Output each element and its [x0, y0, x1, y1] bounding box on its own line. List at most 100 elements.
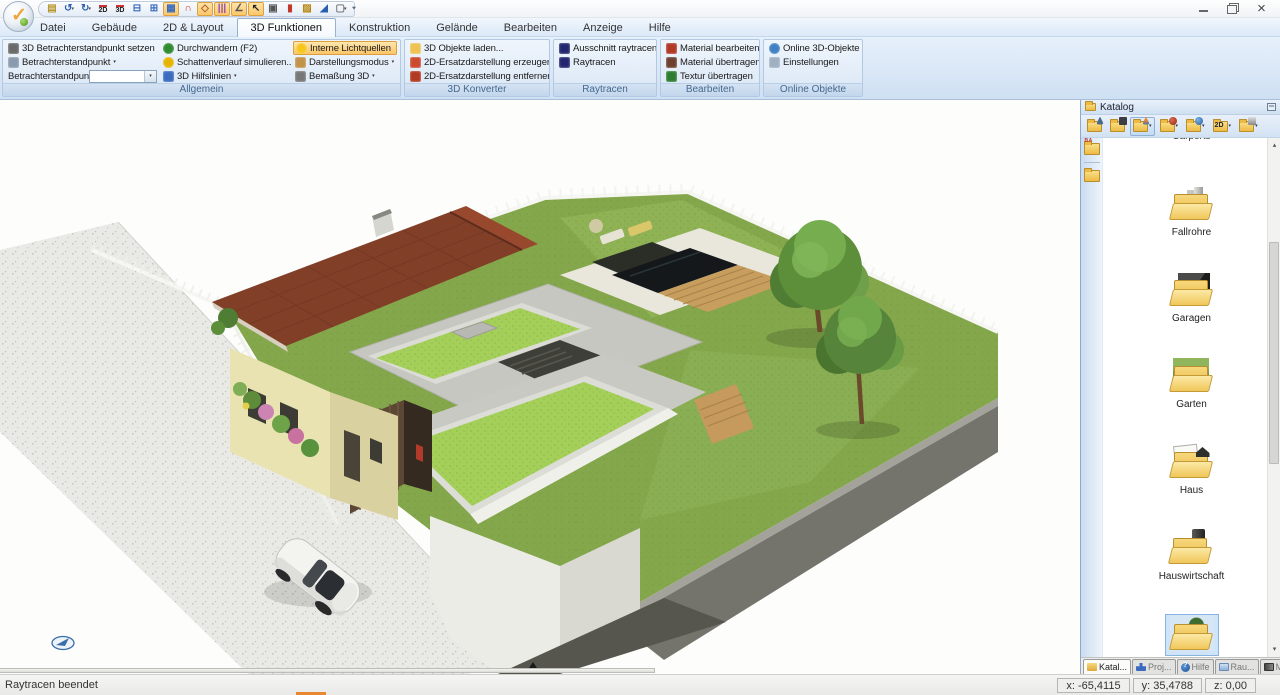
catalog-scrollbar[interactable]	[1267, 138, 1280, 657]
tab-geb-ude[interactable]: Gebäude	[79, 19, 150, 37]
quick-access-toolbar: ▤↺▾↻▾2D3D⊟⊞▦∩◇|||∠↖▣▮▨◢▢▾	[38, 1, 355, 17]
hatch-area-icon[interactable]: ▨	[299, 2, 315, 16]
catalog-item-garten[interactable]: Garten	[1166, 357, 1218, 410]
ribbon-item-betrachterstandpunkt[interactable]: Betrachterstandpunkt▾	[6, 55, 159, 69]
viewport-3d[interactable]	[0, 100, 1080, 674]
catalog-header: Katalog	[1081, 100, 1280, 115]
restore-button[interactable]	[1218, 0, 1247, 16]
mobile-objects-icon[interactable]	[1107, 117, 1128, 136]
catalog-item-pflanzen[interactable]: Pflanzen	[1166, 615, 1218, 657]
catalog-item-label: Hauswirtschaft	[1159, 571, 1225, 582]
tab-konstruktion[interactable]: Konstruktion	[336, 19, 423, 37]
toolbar-options-icon[interactable]	[352, 4, 364, 14]
ribbon-item-material-bertragen[interactable]: Material übertragen	[664, 55, 760, 69]
chevron-down-icon: ▾	[392, 59, 395, 65]
viewport-slider[interactable]	[0, 668, 655, 673]
titlebar: ▤↺▾↻▾2D3D⊟⊞▦∩◇|||∠↖▣▮▨◢▢▾	[0, 0, 1280, 18]
help-tab-icon	[1181, 663, 1190, 672]
texture-transfer-icon	[666, 71, 677, 82]
ribbon-item-label: Durchwandern (F2)	[177, 43, 257, 54]
catalog-tab-proj[interactable]: Proj...	[1132, 659, 1176, 674]
open-catalog-icon[interactable]	[1084, 117, 1105, 136]
dropdown-arrow-icon: ▾	[88, 6, 91, 12]
textures-icon[interactable]: ▾	[1236, 117, 1261, 136]
ribbon-item-darstellungsmodus[interactable]: Darstellungsmodus▾	[293, 55, 397, 69]
objects-2d-icon[interactable]: 2D▾	[1210, 117, 1235, 136]
tab-bearbeiten[interactable]: Bearbeiten	[491, 19, 570, 37]
minimize-button[interactable]	[1189, 0, 1218, 16]
ribbon-item-2d-ersatzdarstellung-erzeugen[interactable]: 2D-Ersatzdarstellung erzeugen...	[408, 55, 550, 69]
ribbon-item-bema-ung-3d[interactable]: Bemaßung 3D▾	[293, 69, 397, 83]
view-2d-icon[interactable]: 2D	[95, 2, 111, 16]
ribbon-item-3d-hilfslinien[interactable]: 3D Hilfslinien▾	[161, 69, 291, 83]
grid-icon[interactable]: ▦	[163, 2, 179, 16]
tab-anzeige[interactable]: Anzeige	[570, 19, 636, 37]
catalog-item-garagen[interactable]: Garagen	[1166, 271, 1218, 324]
objects-3d-icon[interactable]: ▾	[1130, 117, 1155, 136]
catalog-root-icon[interactable]	[1084, 170, 1100, 182]
magnet-icon[interactable]: ∩	[180, 2, 196, 16]
split-horizontal-icon[interactable]: ⊟	[129, 2, 145, 16]
tab-gel-nde[interactable]: Gelände	[423, 19, 491, 37]
color-bars-icon[interactable]: |||	[214, 2, 230, 16]
snap-icon[interactable]: ◇	[197, 2, 213, 16]
tab-3d-funktionen[interactable]: 3D Funktionen	[237, 18, 337, 37]
slider-marker-icon[interactable]	[529, 662, 537, 668]
close-button[interactable]	[1247, 0, 1276, 16]
catalog-tab-katal[interactable]: Katal...	[1083, 659, 1131, 674]
tab-hilfe[interactable]: Hilfe	[636, 19, 684, 37]
move-icon[interactable]: ▣	[265, 2, 281, 16]
materials-icon[interactable]: ▾	[1157, 117, 1182, 136]
catalog-item-haus[interactable]: Haus	[1166, 443, 1218, 496]
ribbon-item-raytracen[interactable]: Raytracen	[557, 55, 657, 69]
copy-icon[interactable]: ▢▾	[333, 2, 349, 16]
ribbon-item-durchwandern-f2[interactable]: Durchwandern (F2)	[161, 41, 291, 55]
catalog-folder-icon	[1085, 103, 1096, 111]
wall-icon[interactable]: ▮	[282, 2, 298, 16]
pin-window-icon[interactable]	[1267, 103, 1276, 111]
raytrace-icon	[559, 57, 570, 68]
new-drawing-icon[interactable]: ▤	[44, 2, 60, 16]
ribbon-item-textur-bertragen[interactable]: Textur übertragen	[664, 69, 760, 83]
tab-datei[interactable]: Datei	[27, 19, 79, 37]
scroll-up-icon[interactable]	[1268, 138, 1280, 151]
ribbon-item-label: Interne Lichtquellen	[310, 43, 391, 54]
ribbon-item-3d-objekte-laden[interactable]: 3D Objekte laden...	[408, 41, 550, 55]
select-cursor-icon[interactable]: ↖	[248, 2, 264, 16]
scroll-down-icon[interactable]	[1268, 642, 1280, 655]
ribbon-item-2d-ersatzdarstellung-entfernen[interactable]: 2D-Ersatzdarstellung entfernen...	[408, 69, 550, 83]
ribbon-tab-row: DateiGebäude2D & Layout3D FunktionenKons…	[0, 18, 1280, 37]
ribbon-item-schattenverlauf-simulieren[interactable]: Schattenverlauf simulieren...	[161, 55, 291, 69]
catalog-item-hauswirtschaft[interactable]: Hauswirtschaft	[1159, 529, 1225, 582]
view-3d-icon[interactable]: 3D	[112, 2, 128, 16]
roof-icon[interactable]: ◢	[316, 2, 332, 16]
catalog-tab-rau[interactable]: Rau...	[1215, 659, 1259, 674]
internet-objects-icon[interactable]: ▾	[1183, 117, 1208, 136]
viewpoint-combobox[interactable]: ▾	[89, 70, 157, 83]
catalog-tab-mass[interactable]: Mass...	[1260, 659, 1280, 674]
ribbon-item-einstellungen[interactable]: Einstellungen	[767, 55, 863, 69]
undo-icon[interactable]: ↺▾	[61, 2, 77, 16]
ribbon-item-material-bearbeiten[interactable]: Material bearbeiten	[664, 41, 760, 55]
compass-north-icon[interactable]	[50, 634, 76, 652]
ribbon-item-ausschnitt-raytracen[interactable]: Ausschnitt raytracen	[557, 41, 657, 55]
catalog-item-clipped[interactable]: Carports	[1172, 138, 1210, 145]
dropdown-arrow-icon: ▾	[71, 6, 74, 12]
tab-2d-layout[interactable]: 2D & Layout	[150, 19, 237, 37]
ribbon-item-online-3d-objekte[interactable]: Online 3D-Objekte▾	[767, 41, 863, 55]
scroll-thumb[interactable]	[1269, 242, 1279, 464]
catalog-item-label: Fallrohre	[1172, 227, 1211, 238]
chevron-down-icon[interactable]: ▾	[144, 71, 156, 82]
display-mode-icon	[295, 57, 306, 68]
app-logo[interactable]	[3, 1, 34, 32]
ribbon-item-label: Betrachterstandpunkt	[22, 57, 110, 68]
catalog-item-fallrohre[interactable]: Fallrohre	[1166, 185, 1218, 238]
split-vertical-icon[interactable]: ⊞	[146, 2, 162, 16]
redo-icon[interactable]: ↻▾	[78, 2, 94, 16]
ribbon-group-bearbeiten: Material bearbeitenMaterial übertragenTe…	[660, 39, 760, 97]
catalog-tab-hilfe[interactable]: Hilfe	[1177, 659, 1214, 674]
ribbon-item-interne-lichtquellen[interactable]: Interne Lichtquellen	[293, 41, 397, 55]
ribbon-item-3d-betrachterstandpunkt-setzen[interactable]: 3D Betrachterstandpunkt setzen	[6, 41, 159, 55]
catalog-root-ba-icon[interactable]	[1084, 143, 1100, 155]
measure-icon[interactable]: ∠	[231, 2, 247, 16]
